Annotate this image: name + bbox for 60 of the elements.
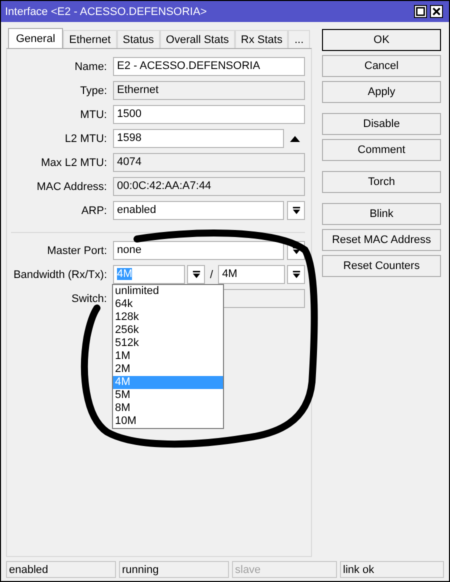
dialog-button[interactable]: OK	[322, 29, 441, 51]
dialog-button[interactable]: Reset MAC Address	[322, 229, 441, 251]
dialog-button[interactable]: Cancel	[322, 55, 441, 77]
dialog-button[interactable]: Apply	[322, 81, 441, 103]
dropdown-button[interactable]	[287, 201, 305, 220]
tab[interactable]: Overall Stats	[160, 30, 235, 48]
dropdown-field[interactable]: enabled	[113, 201, 284, 220]
dropdown-button[interactable]	[287, 265, 305, 284]
dropdown-option[interactable]: 64k	[113, 298, 223, 311]
status-cell: enabled	[6, 561, 116, 578]
input-field[interactable]: 1500	[113, 105, 305, 124]
tab[interactable]: Ethernet	[63, 30, 117, 48]
dropdown-option[interactable]: 256k	[113, 324, 223, 337]
separator-text: /	[209, 268, 214, 280]
dropdown-button[interactable]	[187, 265, 205, 284]
field-label: Master Port:	[46, 244, 107, 256]
dropdown-arrow-icon	[292, 270, 300, 279]
window-title: Interface <E2 - ACESSO.DEFENSORIA>	[5, 6, 207, 18]
input-field[interactable]: E2 - ACESSO.DEFENSORIA	[113, 57, 305, 76]
dropdown-arrow-icon	[292, 206, 300, 215]
field-label: ARP:	[80, 204, 107, 216]
field-label: L2 MTU:	[64, 132, 107, 144]
readonly-field: Ethernet	[113, 81, 305, 100]
dropdown-option[interactable]: 2M	[113, 363, 223, 376]
up-arrow-icon[interactable]	[290, 136, 300, 142]
dropdown-option[interactable]: 5M	[113, 389, 223, 402]
dialog-button[interactable]: Reset Counters	[322, 255, 441, 277]
dropdown-option[interactable]: 8M	[113, 402, 223, 415]
dialog-button[interactable]: Torch	[322, 171, 441, 193]
field-label: MTU:	[79, 108, 107, 120]
field-label: MAC Address:	[36, 180, 107, 192]
dropdown-arrow-icon	[192, 270, 200, 279]
field-label: Switch:	[70, 292, 107, 304]
readonly-field: 4074	[113, 153, 305, 172]
dropdown-option[interactable]: 1M	[113, 350, 223, 363]
tab[interactable]: Status	[116, 30, 160, 48]
field-label: Type:	[79, 84, 107, 96]
dialog-button[interactable]: Disable	[322, 113, 441, 135]
dropdown-arrow-icon	[292, 246, 300, 255]
tab[interactable]: ...	[288, 30, 310, 48]
field-label: Max L2 MTU:	[40, 156, 107, 168]
dialog-button[interactable]: Blink	[322, 203, 441, 225]
field-label: Name:	[74, 60, 107, 72]
dropdown-option[interactable]: 128k	[113, 311, 223, 324]
status-cell: link ok	[340, 561, 444, 578]
restore-icon[interactable]	[414, 5, 427, 18]
input-field[interactable]: 1598	[113, 129, 284, 148]
field-label: Bandwidth (Rx/Tx):	[12, 268, 107, 280]
dropdown-option[interactable]: 512k	[113, 337, 223, 350]
status-cell: running	[119, 561, 229, 578]
dropdown-field[interactable]: 4M	[218, 265, 285, 284]
dialog-button[interactable]: Comment	[322, 139, 441, 161]
dropdown-option[interactable]: 10M	[113, 415, 223, 428]
readonly-field: 00:0C:42:AA:A7:44	[113, 177, 305, 196]
dropdown-field[interactable]: none	[113, 241, 284, 260]
close-icon[interactable]	[430, 5, 443, 18]
tab[interactable]: General	[8, 28, 64, 49]
status-cell: slave	[232, 561, 337, 578]
dropdown-option[interactable]: unlimited	[113, 285, 223, 298]
tab[interactable]: Rx Stats	[234, 30, 288, 48]
